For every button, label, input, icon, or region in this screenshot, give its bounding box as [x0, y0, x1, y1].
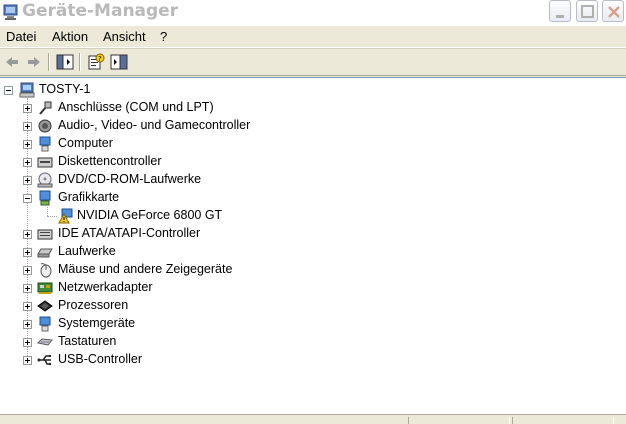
toolbar-separator	[79, 53, 81, 71]
show-hide-pane-icon[interactable]	[110, 53, 128, 71]
display-adapter-icon	[39, 190, 51, 206]
root-label: TOSTY-1	[39, 82, 91, 96]
speaker-icon	[38, 119, 52, 133]
device-manager-window: Geräte-Manager Datei Aktion Ansicht ? ? …	[0, 0, 626, 424]
toolbar: ?	[0, 48, 626, 76]
cdrom-icon	[37, 172, 53, 188]
computer-icon	[19, 82, 35, 98]
expand-toggle[interactable]	[23, 302, 32, 311]
expand-toggle[interactable]	[23, 248, 32, 257]
expand-toggle[interactable]	[23, 338, 32, 347]
forward-arrow-icon[interactable]	[25, 53, 43, 71]
tree-item-label: Systemgeräte	[58, 316, 136, 330]
tree-item-label: DVD/CD-ROM-Laufwerke	[58, 172, 202, 186]
drive-icon	[37, 248, 53, 258]
svg-text:?: ?	[98, 55, 102, 63]
computer-icon	[39, 136, 51, 152]
show-hide-tree-icon[interactable]	[56, 53, 74, 71]
menu-ansicht[interactable]: Ansicht	[103, 29, 146, 44]
tree-item-label: Computer	[58, 136, 113, 150]
tree-item-label: Netzwerkadapter	[58, 280, 153, 294]
toolbar-separator	[48, 53, 50, 71]
status-pane	[512, 417, 614, 424]
floppy-controller-icon	[37, 157, 53, 168]
mouse-icon	[40, 263, 52, 278]
tree-item-label: Mäuse und andere Zeigegeräte	[58, 262, 233, 276]
back-arrow-icon[interactable]	[3, 53, 21, 71]
tree-item-label: Diskettencontroller	[58, 154, 162, 168]
close-icon	[608, 6, 620, 18]
maximize-icon	[581, 5, 594, 18]
expand-toggle[interactable]	[23, 140, 32, 149]
tree-item-label: Prozessoren	[58, 298, 129, 312]
processor-icon	[37, 300, 53, 312]
warning-device-icon	[58, 208, 73, 224]
expand-toggle[interactable]	[23, 104, 32, 113]
tree-item-label: Audio-, Video- und Gamecontroller	[58, 118, 251, 132]
close-button[interactable]	[602, 0, 624, 22]
properties-help-icon[interactable]: ?	[87, 53, 105, 71]
expand-toggle[interactable]	[23, 266, 32, 275]
minimize-button[interactable]	[549, 0, 571, 22]
expand-toggle[interactable]	[23, 122, 32, 131]
tree-item-label: Anschlüsse (COM und LPT)	[58, 100, 214, 114]
collapse-toggle[interactable]	[23, 194, 32, 203]
tree-connector	[47, 207, 48, 216]
collapse-root-toggle[interactable]	[4, 86, 13, 95]
maximize-button[interactable]	[576, 0, 598, 22]
tree-item-label: NVIDIA GeForce 6800 GT	[77, 208, 223, 222]
expand-toggle[interactable]	[23, 320, 32, 329]
computer-icon	[3, 4, 18, 20]
keyboard-icon	[37, 338, 53, 346]
status-bar	[0, 414, 626, 424]
tree-connector	[47, 216, 57, 217]
tree-item-label: Grafikkarte	[58, 190, 120, 204]
device-tree[interactable]: TOSTY-1 Anschlüsse (COM und LPT) Audio-,…	[0, 77, 626, 414]
expand-toggle[interactable]	[23, 356, 32, 365]
status-pane	[408, 417, 510, 424]
system-device-icon	[39, 316, 51, 332]
menu-bar: Datei Aktion Ansicht ?	[0, 27, 626, 48]
title-bar[interactable]: Geräte-Manager	[0, 0, 626, 26]
tree-item-label: USB-Controller	[58, 352, 143, 366]
network-adapter-icon	[37, 282, 53, 294]
expand-toggle[interactable]	[23, 230, 32, 239]
window-title: Geräte-Manager	[22, 1, 179, 21]
menu-aktion[interactable]: Aktion	[52, 29, 88, 44]
expand-toggle[interactable]	[23, 158, 32, 167]
tree-item-label: IDE ATA/ATAPI-Controller	[58, 226, 201, 240]
tree-item-label: Laufwerke	[58, 244, 116, 258]
ide-controller-icon	[37, 229, 53, 240]
menu-datei[interactable]: Datei	[6, 29, 36, 44]
menu-help[interactable]: ?	[160, 29, 167, 44]
expand-toggle[interactable]	[23, 284, 32, 293]
minimize-icon	[556, 15, 564, 18]
tree-item-label: Tastaturen	[58, 334, 117, 348]
expand-toggle[interactable]	[23, 176, 32, 185]
port-icon	[39, 101, 52, 115]
usb-icon	[37, 355, 52, 366]
